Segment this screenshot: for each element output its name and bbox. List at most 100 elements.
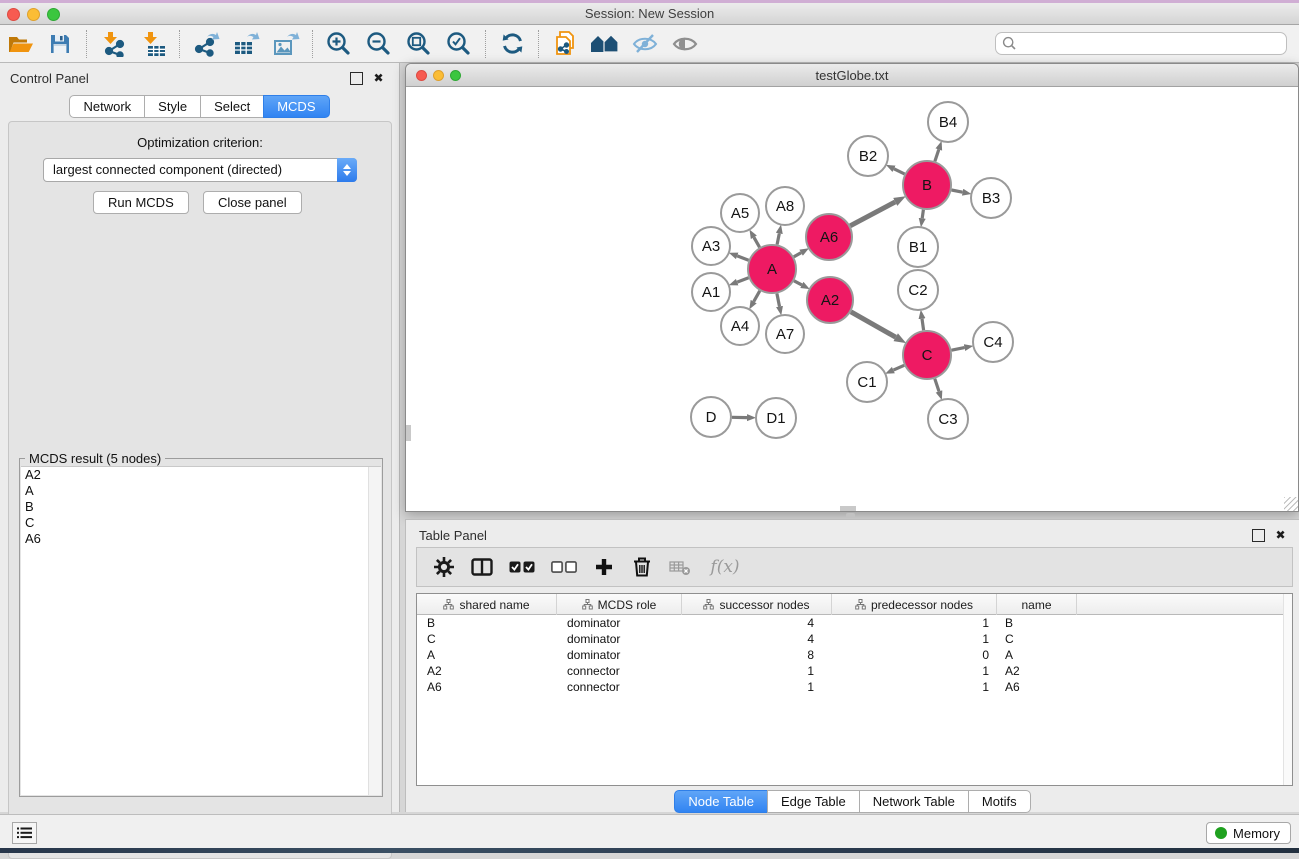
zoom-selected-button[interactable] <box>439 27 479 61</box>
graph-edge-B-B4[interactable] <box>935 150 939 162</box>
tab-network[interactable]: Network <box>69 95 145 118</box>
table-scrollbar[interactable] <box>1283 594 1292 785</box>
column-header-shared-name[interactable]: shared name <box>417 594 557 615</box>
graph-edge-A-A3[interactable] <box>737 256 748 260</box>
graph-node-B3[interactable]: B3 <box>971 178 1011 218</box>
graph-edge-C-C3[interactable] <box>935 379 939 392</box>
float-panel-icon[interactable] <box>350 72 363 85</box>
graph-node-B2[interactable]: B2 <box>848 136 888 176</box>
graph-node-A[interactable]: A <box>748 245 796 293</box>
memory-button[interactable]: Memory <box>1206 822 1291 844</box>
graph-edge-A-A4[interactable] <box>754 291 760 302</box>
column-header-predecessor-nodes[interactable]: predecessor nodes <box>832 594 997 615</box>
tab-edge-table[interactable]: Edge Table <box>767 790 860 813</box>
graph-node-A3[interactable]: A3 <box>692 227 730 265</box>
close-panel-button[interactable]: Close panel <box>203 191 302 214</box>
import-network-button[interactable] <box>93 27 133 61</box>
graph-node-A6[interactable]: A6 <box>806 214 852 260</box>
network-canvas[interactable]: B4 B2 B B3 A5A8A6 A3 B1 A C2 A1 A2 A4A7 C4 C C1 D D1 C3 <box>407 88 1298 511</box>
table-row[interactable]: Bdominator41B <box>417 615 1292 631</box>
graph-edge-B-B3[interactable] <box>952 190 963 192</box>
graph-edge-A-A7[interactable] <box>777 294 780 307</box>
tab-node-table[interactable]: Node Table <box>674 790 768 813</box>
graph-node-C4[interactable]: C4 <box>973 322 1013 362</box>
tab-network-table[interactable]: Network Table <box>859 790 969 813</box>
column-header-name[interactable]: name <box>997 594 1077 615</box>
tab-style[interactable]: Style <box>144 95 201 118</box>
mcds-result-item[interactable]: A2 <box>21 467 381 483</box>
search-box[interactable] <box>995 32 1287 55</box>
column-header-successor-nodes[interactable]: successor nodes <box>682 594 832 615</box>
mcds-result-item[interactable]: C <box>21 515 381 531</box>
export-network-button[interactable] <box>186 27 226 61</box>
import-table-button[interactable] <box>133 27 173 61</box>
graph-edge-A-A5[interactable] <box>754 237 760 247</box>
zoom-fit-button[interactable] <box>399 27 439 61</box>
function-builder-button[interactable]: f(x) <box>703 551 747 583</box>
table-close-panel-icon[interactable]: ✖ <box>1274 529 1287 542</box>
graph-node-B4[interactable]: B4 <box>928 102 968 142</box>
canvas-scroll-stub-horizontal[interactable] <box>840 506 856 511</box>
zoom-out-button[interactable] <box>359 27 399 61</box>
select-all-button[interactable] <box>505 551 539 583</box>
graph-edge-C-C4[interactable] <box>952 348 965 351</box>
tab-motifs[interactable]: Motifs <box>968 790 1031 813</box>
graph-node-D1[interactable]: D1 <box>756 398 796 438</box>
table-row[interactable]: A2connector11A2 <box>417 663 1292 679</box>
graph-node-A4[interactable]: A4 <box>721 307 759 345</box>
delete-column-button[interactable] <box>627 551 657 583</box>
column-header-mcds-role[interactable]: MCDS role <box>557 594 682 615</box>
tab-mcds[interactable]: MCDS <box>263 95 329 118</box>
graph-node-C3[interactable]: C3 <box>928 399 968 439</box>
mcds-result-item[interactable]: A <box>21 483 381 499</box>
graph-edge-B-B1[interactable] <box>922 210 923 219</box>
table-float-panel-icon[interactable] <box>1252 529 1265 542</box>
graph-node-B1[interactable]: B1 <box>898 227 938 267</box>
window-resize-grip[interactable] <box>1284 497 1298 511</box>
show-all-networks-button[interactable] <box>585 27 625 61</box>
network-window-titlebar[interactable]: testGlobe.txt <box>406 64 1298 87</box>
result-scrollbar[interactable] <box>368 467 381 795</box>
graph-node-A1[interactable]: A1 <box>692 273 730 311</box>
run-mcds-button[interactable]: Run MCDS <box>93 191 189 214</box>
graph-edge-A-A1[interactable] <box>737 278 748 282</box>
show-selected-button[interactable] <box>665 27 705 61</box>
canvas-scroll-stub-vertical[interactable] <box>406 425 411 441</box>
table-settings-button[interactable] <box>429 551 459 583</box>
export-image-button[interactable] <box>266 27 306 61</box>
export-table-button[interactable] <box>226 27 266 61</box>
split-columns-button[interactable] <box>467 551 497 583</box>
save-session-button[interactable] <box>40 27 80 61</box>
graph-node-A5[interactable]: A5 <box>721 194 759 232</box>
graph-edge-A-A6[interactable] <box>794 253 801 257</box>
graph-node-C[interactable]: C <box>903 331 951 379</box>
table-row[interactable]: A6connector11A6 <box>417 679 1292 695</box>
graph-node-A7[interactable]: A7 <box>766 315 804 353</box>
graph-edge-A2-C[interactable] <box>851 312 896 337</box>
graph-node-A2[interactable]: A2 <box>807 277 853 323</box>
mcds-result-item[interactable]: A6 <box>21 531 381 547</box>
zoom-in-button[interactable] <box>319 27 359 61</box>
add-column-button[interactable] <box>589 551 619 583</box>
graph-edge-B-B2[interactable] <box>894 169 905 174</box>
clone-network-button[interactable] <box>545 27 585 61</box>
mcds-result-item[interactable]: B <box>21 499 381 515</box>
graph-edge-C-C2[interactable] <box>922 319 924 331</box>
close-panel-icon[interactable]: ✖ <box>372 72 385 85</box>
graph-node-B[interactable]: B <box>903 161 951 209</box>
graph-edge-A-A2[interactable] <box>794 281 802 285</box>
search-input[interactable] <box>1017 35 1286 53</box>
delete-table-button[interactable] <box>665 551 695 583</box>
criterion-dropdown[interactable]: largest connected component (directed) <box>43 158 357 182</box>
hide-selected-button[interactable] <box>625 27 665 61</box>
table-row[interactable]: Adominator80A <box>417 647 1292 663</box>
graph-node-C2[interactable]: C2 <box>898 270 938 310</box>
graph-edge-A-A8[interactable] <box>777 233 779 244</box>
graph-node-D[interactable]: D <box>691 397 731 437</box>
graph-edge-C-C1[interactable] <box>893 365 904 370</box>
open-session-button[interactable] <box>0 27 40 61</box>
table-row[interactable]: Cdominator41C <box>417 631 1292 647</box>
graph-node-A8[interactable]: A8 <box>766 187 804 225</box>
graph-node-C1[interactable]: C1 <box>847 362 887 402</box>
graph-edge-A6-B[interactable] <box>850 202 895 226</box>
